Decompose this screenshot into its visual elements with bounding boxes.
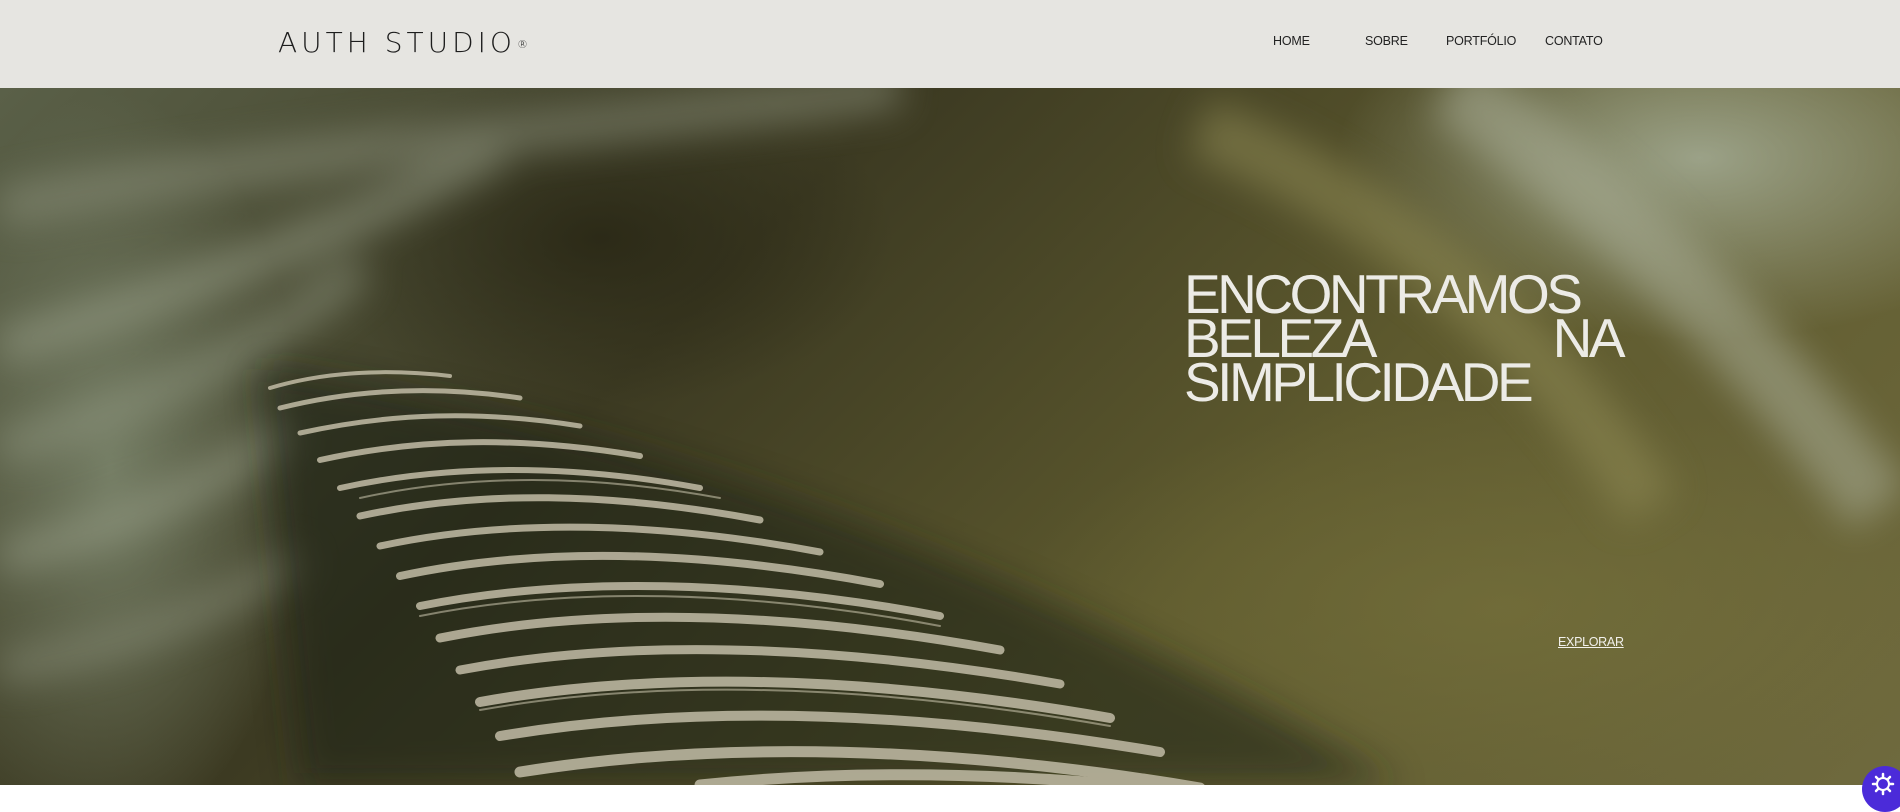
chat-widget-button[interactable]	[1862, 766, 1900, 812]
logo-text: AUTH STUDIO	[278, 26, 516, 59]
hero-headline: ENCONTRAMOS BELEZA NA SIMPLICIDADE	[1184, 267, 1626, 410]
nav-item-sobre[interactable]: SOBRE	[1365, 34, 1408, 48]
nav-item-home[interactable]: HOME	[1273, 34, 1310, 48]
gear-icon	[1871, 772, 1895, 796]
headline-word-na: NA	[1552, 307, 1626, 369]
registered-mark: ®	[516, 38, 528, 51]
hero-section: ENCONTRAMOS BELEZA NA SIMPLICIDADE EXPLO…	[0, 88, 1900, 785]
explore-link[interactable]: EXPLORAR	[1558, 635, 1624, 649]
nav-item-contato[interactable]: CONTATO	[1545, 34, 1603, 48]
site-logo[interactable]: AUTH STUDIO®	[278, 26, 528, 60]
site-header: AUTH STUDIO® HOME SOBRE PORTFÓLIO CONTAT…	[0, 0, 1900, 88]
leaf-background-image	[0, 88, 1900, 785]
nav-item-portfolio[interactable]: PORTFÓLIO	[1446, 34, 1516, 48]
